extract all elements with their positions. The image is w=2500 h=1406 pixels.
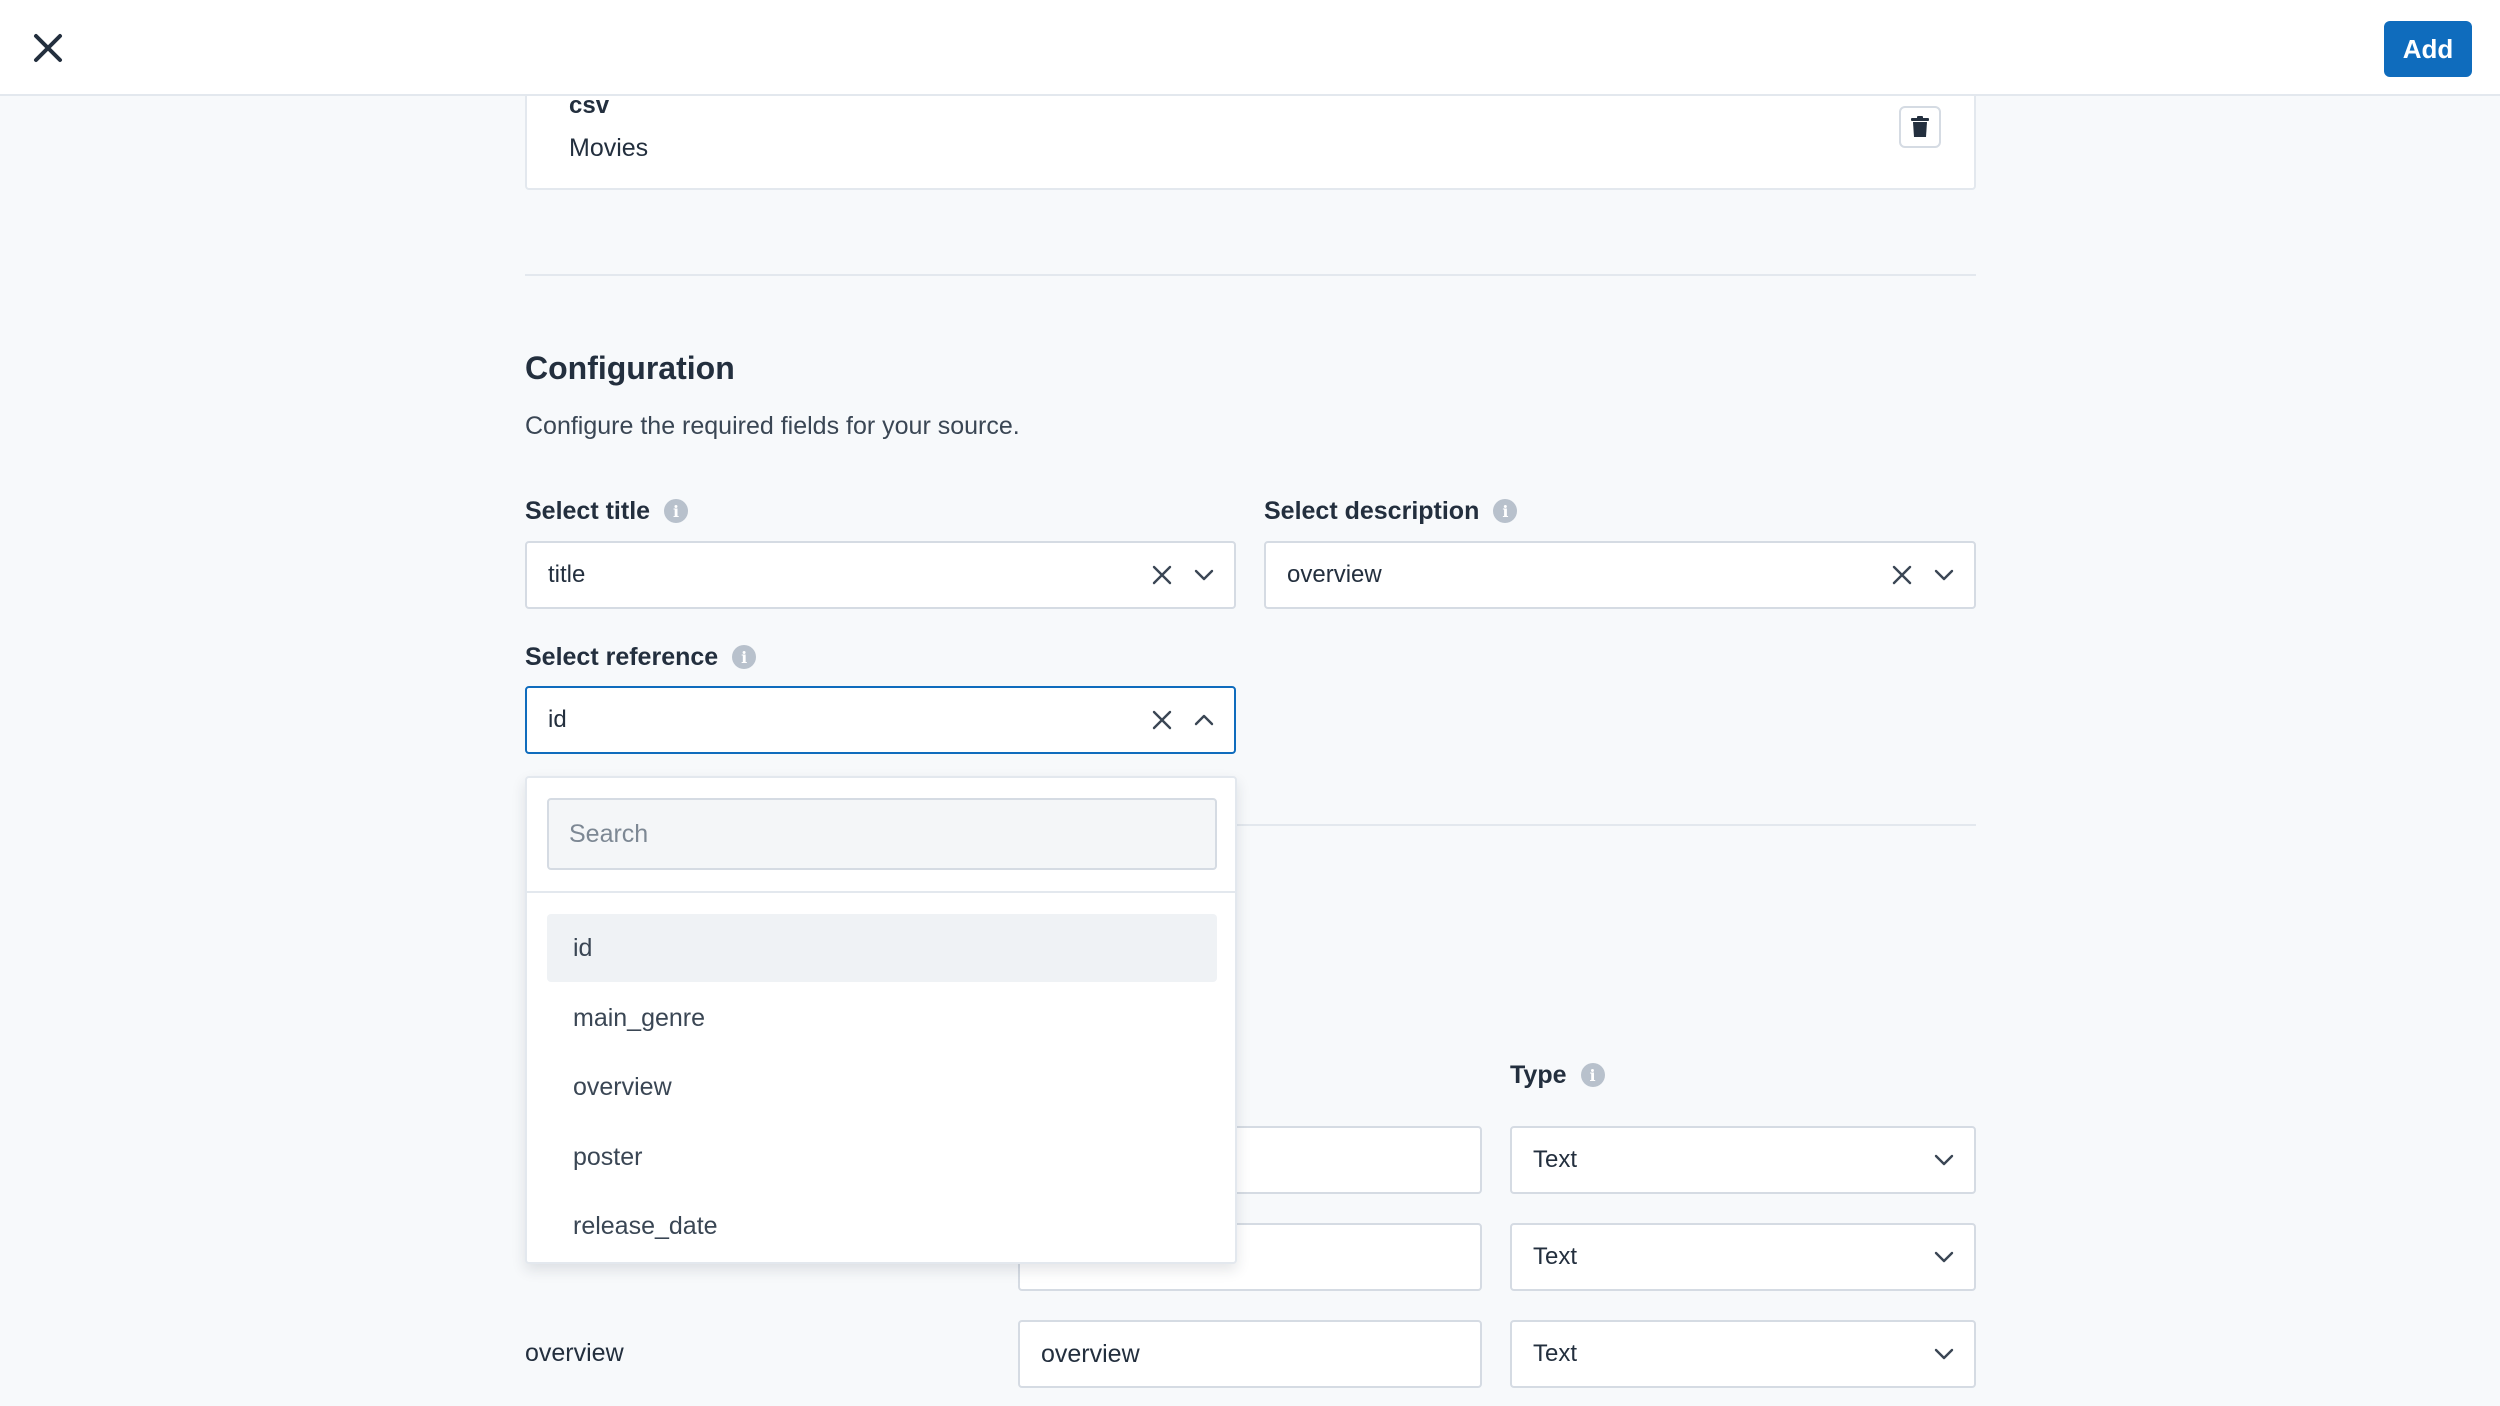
page-content: csv Movies Configuration Configure the r… [0,0,2500,1406]
reference-options-dropdown: id main_genre overview poster release_da… [525,776,1237,1264]
select-description-label-text: Select description [1264,496,1480,525]
chevron-down-icon[interactable] [1934,1348,1954,1360]
delete-source-button[interactable] [1899,106,1941,148]
select-reference-value: id [548,706,567,733]
field-type-value: Text [1533,1146,1578,1173]
option-release-date[interactable]: release_date [547,1192,1217,1260]
clear-icon[interactable] [1892,565,1912,585]
option-overview[interactable]: overview [547,1053,1217,1121]
select-reference-label-text: Select reference [525,642,719,671]
section-divider [525,274,1976,276]
chevron-down-icon[interactable] [1934,1154,1954,1166]
add-button[interactable]: Add [2384,21,2472,77]
info-icon[interactable]: i [732,645,757,669]
select-description-label: Select description i [1264,495,1518,527]
info-icon[interactable]: i [1580,1063,1605,1087]
field-type-value: Text [1533,1340,1578,1367]
top-bar: Add [0,0,2500,96]
select-description-value: overview [1287,561,1382,588]
option-id[interactable]: id [547,914,1217,982]
select-description-dropdown[interactable]: overview [1264,541,1976,609]
section-title: Configuration [525,350,735,386]
info-icon[interactable]: i [664,499,689,523]
source-name: Movies [569,134,649,162]
trash-icon [1911,116,1929,137]
clear-icon[interactable] [1152,710,1172,730]
source-type: csv [569,92,610,119]
field-type-select[interactable]: Text [1510,1320,1976,1388]
clear-icon[interactable] [1152,565,1172,585]
chevron-down-icon[interactable] [1934,569,1954,581]
option-poster[interactable]: poster [547,1123,1217,1191]
chevron-up-icon[interactable] [1194,714,1214,726]
search-input[interactable] [547,798,1217,870]
select-title-label: Select title i [525,495,689,527]
select-title-label-text: Select title [525,496,651,525]
field-type-select[interactable]: Text [1510,1223,1976,1291]
select-reference-label: Select reference i [525,641,757,673]
field-name-input[interactable] [1018,1320,1482,1388]
section-description: Configure the required fields for your s… [525,412,1020,440]
type-column-label: Type i [1510,1059,1605,1091]
select-title-dropdown[interactable]: title [525,541,1236,609]
field-type-value: Text [1533,1243,1578,1270]
close-icon [34,34,62,62]
select-title-value: title [548,561,586,588]
select-reference-dropdown[interactable]: id [525,686,1236,754]
dropdown-divider [527,891,1235,893]
chevron-down-icon[interactable] [1934,1251,1954,1263]
option-main-genre[interactable]: main_genre [547,984,1217,1052]
info-icon[interactable]: i [1493,499,1518,523]
chevron-down-icon[interactable] [1194,569,1214,581]
field-type-select[interactable]: Text [1510,1126,1976,1194]
field-row-label: overview [525,1339,624,1367]
close-button[interactable] [28,28,68,68]
type-column-label-text: Type [1510,1060,1567,1089]
